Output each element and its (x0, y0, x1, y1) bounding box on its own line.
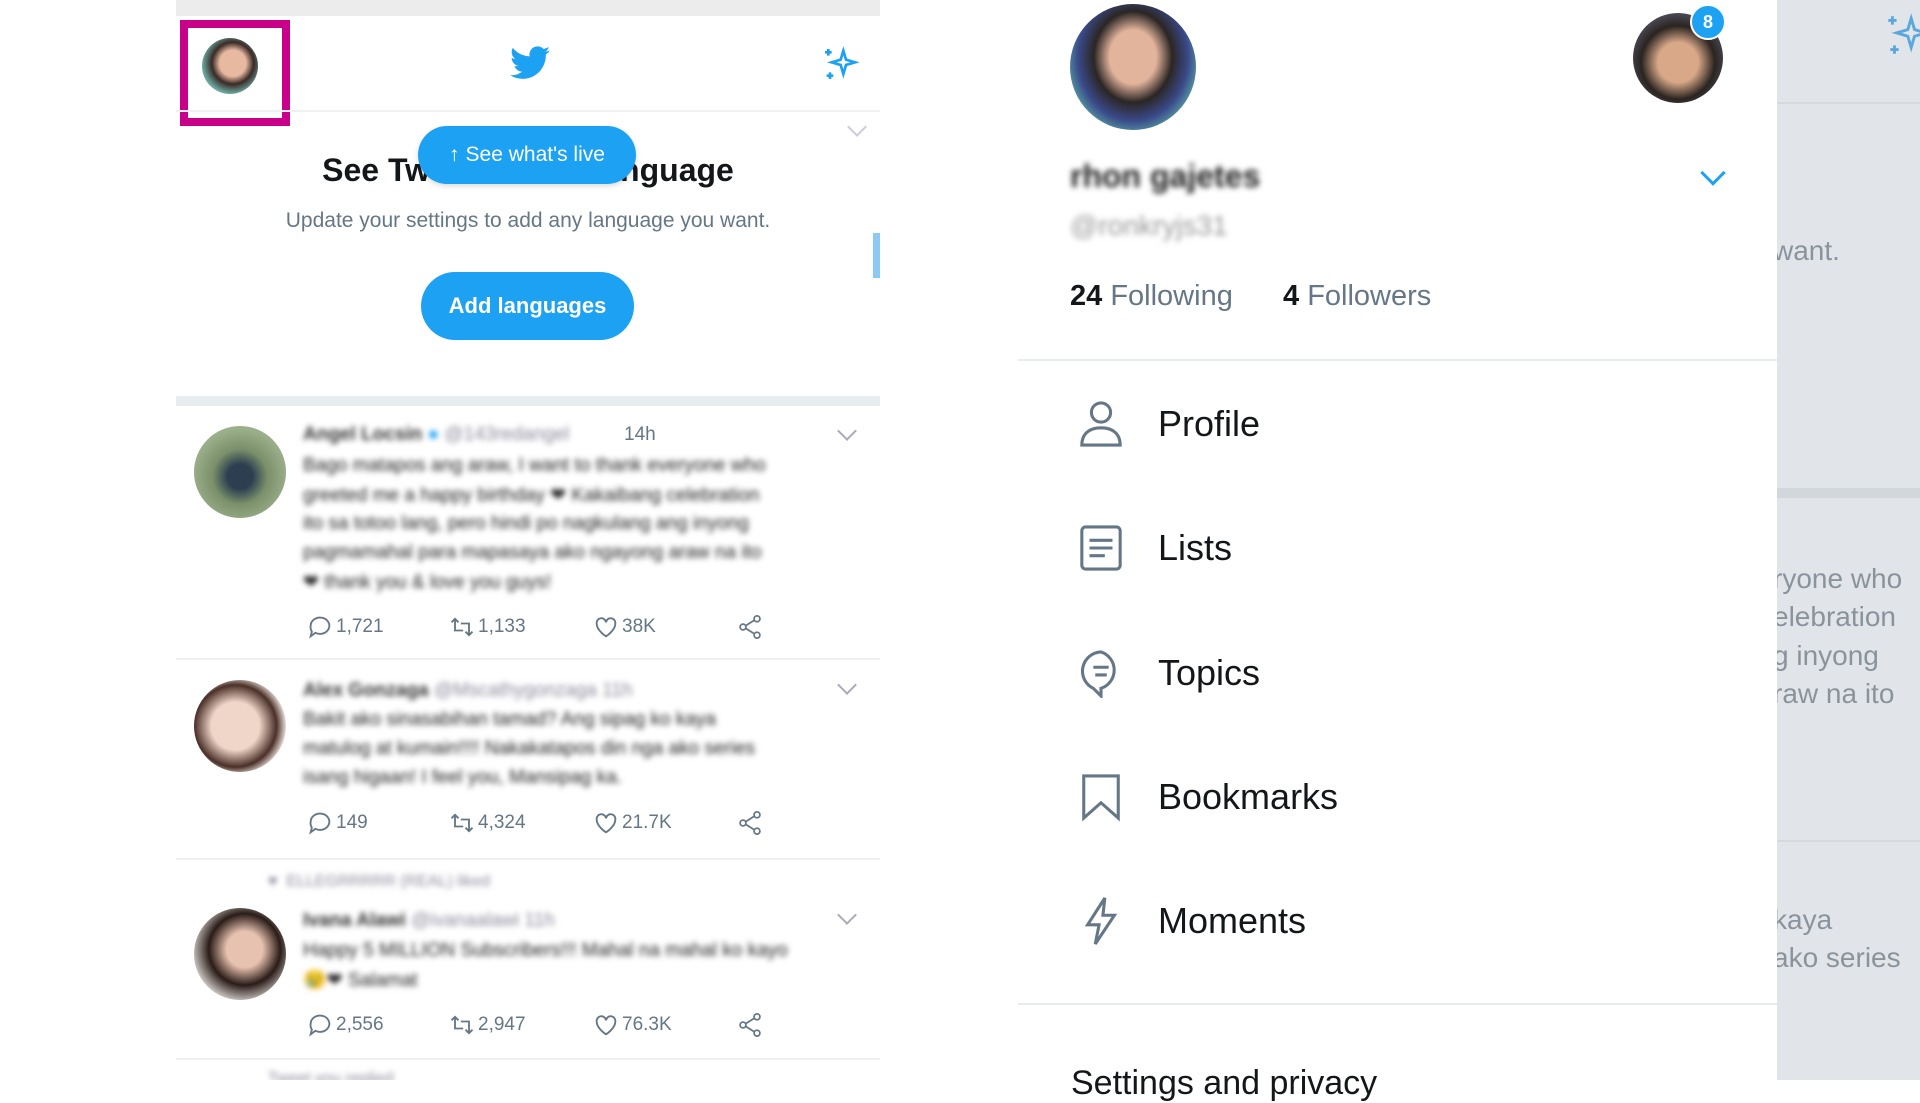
reply-icon[interactable] (306, 1011, 334, 1039)
reply-icon[interactable] (306, 809, 334, 837)
add-languages-button[interactable]: Add languages (421, 272, 634, 340)
like-count: 21.7K (622, 812, 672, 833)
following-link[interactable]: 24 Following (1070, 280, 1233, 313)
tweet-menu-chevron-icon[interactable] (837, 421, 857, 441)
share-icon[interactable] (736, 613, 764, 641)
like-icon[interactable] (592, 613, 620, 641)
menu-item-profile[interactable]: Profile (1078, 384, 1718, 464)
overlay-text: kaya (1777, 904, 1833, 935)
tweet-menu-chevron-icon[interactable] (837, 905, 857, 925)
tweet-author: Alex Gonzaga (303, 680, 429, 701)
drawer-user-name: rhon gajetes (1070, 158, 1261, 194)
language-card-subtitle: Update your settings to add any language… (285, 209, 771, 232)
drawer-user-handle: @ronkryjs31 (1070, 210, 1228, 241)
tweet-divider (176, 858, 880, 860)
overlay-text: g inyong (1777, 640, 1879, 671)
like-count: 38K (622, 616, 656, 637)
settings-and-privacy-link[interactable]: Settings and privacy (1071, 1064, 1377, 1103)
overlay-text: ryone who (1777, 563, 1903, 594)
tweet-author: Ivana Alawi (303, 910, 406, 931)
see-whats-live-button[interactable]: ↑ See what's live (418, 126, 636, 184)
tweet-time: 11h (524, 910, 555, 931)
overlay-text: elebration (1777, 601, 1896, 632)
menu-item-moments[interactable]: Moments (1078, 881, 1718, 961)
menu-item-lists[interactable]: Lists (1078, 508, 1718, 588)
drawer-divider (1018, 359, 1777, 361)
like-icon[interactable] (592, 809, 620, 837)
lightning-icon (1084, 897, 1118, 945)
tweet-text: 😢❤ Salamat (303, 970, 418, 991)
tweet-time: 14h (624, 424, 656, 445)
retweet-count: 1,133 (478, 616, 526, 637)
reply-count: 149 (336, 812, 368, 833)
twitter-logo-icon (510, 46, 550, 79)
tweet-author: Angel Locsin (303, 424, 423, 445)
tweet-avatar[interactable] (194, 908, 286, 1000)
overlay-text: want. (1777, 235, 1840, 266)
retweet-icon[interactable] (448, 613, 476, 641)
tweet-text: ❤ thank you & love you guys! (303, 572, 552, 593)
like-count: 76.3K (622, 1014, 672, 1035)
tweet-divider (176, 658, 880, 660)
tweet-context: ELLEGRRRRR (REAL) liked (286, 873, 490, 890)
retweet-count: 4,324 (478, 812, 526, 833)
dimmed-timeline-overlay[interactable]: want. ryone who elebration g inyong raw … (1777, 0, 1920, 1080)
share-icon[interactable] (736, 809, 764, 837)
reply-count: 2,556 (336, 1014, 384, 1035)
tweet-avatar[interactable] (194, 426, 286, 518)
tweet-menu-chevron-icon[interactable] (837, 675, 857, 695)
tweet-text: matulog at kumain!!!! Nakakatapos din ng… (303, 738, 756, 759)
navigation-drawer: 8 rhon gajetes @ronkryjs31 24 Following … (1018, 0, 1777, 1102)
menu-item-bookmarks[interactable]: Bookmarks (1078, 757, 1718, 837)
notification-badge: 8 (1690, 4, 1726, 40)
account-chevron-icon[interactable] (1700, 160, 1726, 186)
like-icon[interactable] (592, 1011, 620, 1039)
list-icon (1080, 525, 1122, 571)
retweet-icon[interactable] (448, 1011, 476, 1039)
reply-icon[interactable] (306, 613, 334, 641)
tweet-handle: @Mscathygonzaga (433, 680, 597, 701)
overlay-text: ako series (1777, 942, 1901, 973)
arrow-up-icon: ↑ (449, 143, 460, 166)
retweet-icon[interactable] (448, 809, 476, 837)
person-icon (1080, 401, 1122, 447)
drawer-avatar[interactable] (1070, 4, 1196, 130)
bookmark-icon (1082, 774, 1120, 822)
tweet-text: pagmamahal para mapasaya ako ngayong ara… (303, 542, 762, 563)
sparkle-icon (1888, 13, 1920, 54)
menu-item-topics[interactable]: Topics (1078, 633, 1718, 713)
tweet-text: ito sa totoo lang, pero hindi po nagkula… (303, 513, 749, 534)
share-icon[interactable] (736, 1011, 764, 1039)
section-separator (176, 396, 880, 406)
drawer-divider (1018, 1003, 1777, 1005)
scrollbar[interactable] (873, 233, 880, 278)
reply-count: 1,721 (336, 616, 384, 637)
overlay-text: raw na ito (1777, 678, 1895, 709)
sparkle-icon[interactable] (820, 44, 860, 84)
tweet-handle: @ivanaalawi (411, 910, 520, 931)
tweet-avatar[interactable] (194, 680, 286, 772)
tweet-text: Bago matapos ang araw, I want to thank e… (303, 455, 766, 476)
tweet-text: Bakit ako sinasabihan tamad? Ang sipag k… (303, 709, 716, 730)
tweet-text: isang higaan! I feel you, Mansipag ka. (303, 767, 622, 788)
followers-link[interactable]: 4 Followers (1283, 280, 1431, 313)
card-dismiss-chevron-icon[interactable] (847, 117, 867, 137)
home-timeline: See Tw nguage Update your settings to add… (176, 0, 880, 1080)
header-divider (176, 110, 880, 112)
tweet-text: greeted me a happy birthday ❤ Kakaibang … (303, 485, 760, 506)
tweet-time: 11h (602, 680, 633, 701)
topics-icon (1080, 650, 1116, 698)
tweet-context: Tweet you replied (268, 1070, 394, 1080)
status-bar (176, 0, 880, 16)
tweet-text: Happy 5 MILLION Subscribers!!! Mahal na … (303, 940, 788, 961)
retweet-count: 2,947 (478, 1014, 526, 1035)
tweet-handle: @143redangel (444, 424, 570, 445)
tweet-divider (176, 1058, 880, 1060)
